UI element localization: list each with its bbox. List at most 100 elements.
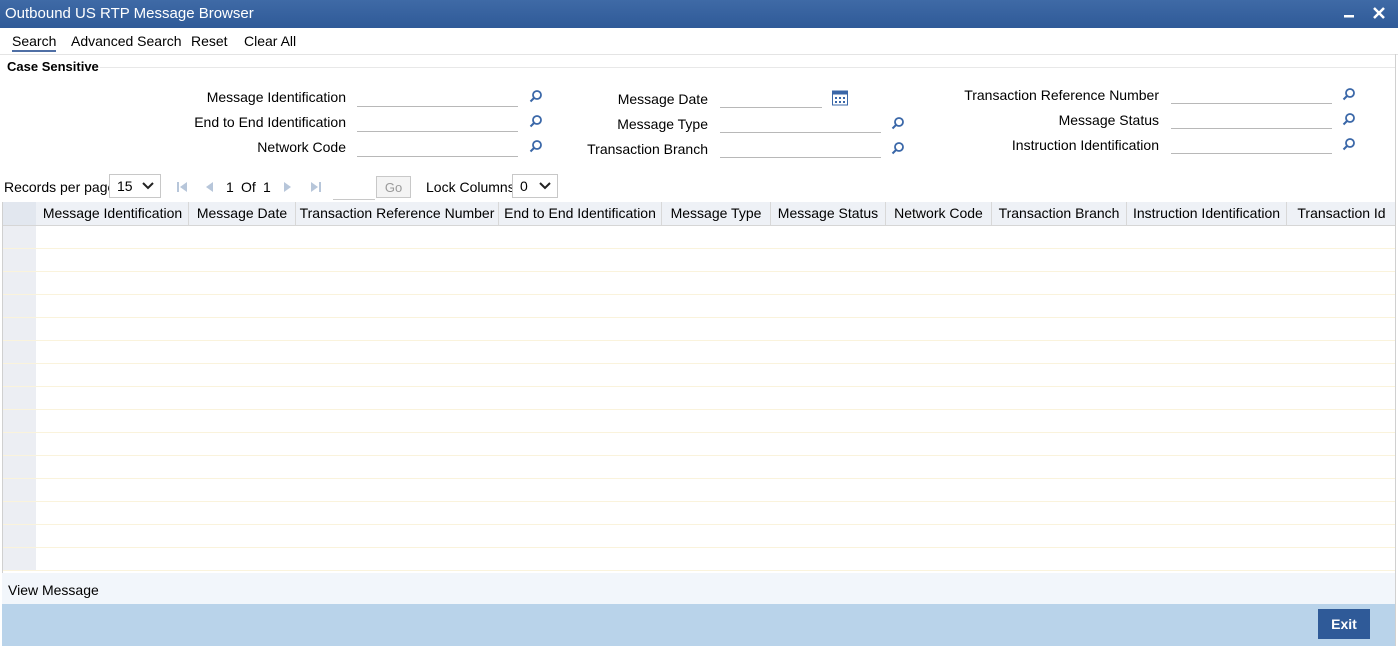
transaction-reference-number-input[interactable]: [1171, 83, 1332, 104]
table-row[interactable]: [3, 410, 1396, 433]
tab-reset[interactable]: Reset: [191, 33, 228, 49]
column-header[interactable]: Network Code: [886, 202, 992, 225]
current-page: 1: [226, 179, 234, 195]
message-identification-lookup-icon[interactable]: [529, 89, 543, 103]
table-row[interactable]: [3, 387, 1396, 410]
message-type-lookup-icon[interactable]: [891, 116, 905, 130]
message-date-input[interactable]: [720, 87, 822, 108]
row-select-cell[interactable]: [3, 364, 36, 386]
message-status-input[interactable]: [1171, 108, 1332, 129]
row-select-cell[interactable]: [3, 249, 36, 271]
title-bar: Outbound US RTP Message Browser: [0, 0, 1398, 28]
minimize-icon[interactable]: [1339, 4, 1359, 24]
transaction-branch-lookup-icon[interactable]: [891, 141, 905, 155]
message-date-label: Message Date: [617, 91, 708, 107]
network-code-lookup-icon[interactable]: [529, 139, 543, 153]
table-row[interactable]: [3, 433, 1396, 456]
total-pages: 1: [263, 179, 271, 195]
divider: [100, 67, 1395, 68]
network-code-input[interactable]: [357, 136, 518, 157]
case-sensitive-label: Case Sensitive: [7, 59, 99, 74]
message-type-label: Message Type: [617, 116, 708, 132]
table-row[interactable]: [3, 226, 1396, 249]
message-status-label: Message Status: [1058, 112, 1159, 128]
table-row[interactable]: [3, 341, 1396, 364]
divider: [0, 54, 1398, 55]
table-row[interactable]: [3, 548, 1396, 571]
footer-actions: View Message: [2, 573, 1395, 604]
row-select-cell[interactable]: [3, 341, 36, 363]
instruction-identification-lookup-icon[interactable]: [1342, 137, 1356, 151]
row-select-cell[interactable]: [3, 548, 36, 570]
column-header[interactable]: Transaction Reference Number: [296, 202, 499, 225]
row-select-cell[interactable]: [3, 226, 36, 248]
records-per-page-select[interactable]: 15: [109, 174, 161, 198]
row-select-cell[interactable]: [3, 525, 36, 547]
records-per-page-label: Records per page: [4, 179, 116, 195]
table-row[interactable]: [3, 502, 1396, 525]
table-row[interactable]: [3, 295, 1396, 318]
column-header[interactable]: Message Status: [771, 202, 886, 225]
tab-search[interactable]: Search: [12, 33, 57, 52]
chevron-down-icon: [539, 182, 551, 190]
row-select-cell[interactable]: [3, 456, 36, 478]
column-header[interactable]: Message Identification: [37, 202, 189, 225]
table-row[interactable]: [3, 249, 1396, 272]
action-menu: Search Advanced Search Reset Clear All: [0, 28, 1398, 54]
right-border: [1395, 54, 1396, 646]
end-to-end-identification-lookup-icon[interactable]: [529, 114, 543, 128]
results-grid: Message Identification Message Date Tran…: [2, 202, 1396, 573]
next-page-icon[interactable]: [283, 181, 293, 193]
message-status-lookup-icon[interactable]: [1342, 112, 1356, 126]
row-select-cell[interactable]: [3, 410, 36, 432]
pager-bar: Records per page 15 1 Of 1 Go Lock Colum…: [0, 172, 1398, 202]
transaction-reference-number-lookup-icon[interactable]: [1342, 87, 1356, 101]
records-per-page-value: 15: [117, 178, 133, 194]
table-row[interactable]: [3, 364, 1396, 387]
of-label: Of: [241, 179, 256, 195]
column-header[interactable]: Message Date: [189, 202, 296, 225]
go-button[interactable]: Go: [376, 176, 411, 198]
exit-button[interactable]: Exit: [1318, 609, 1370, 639]
tab-clear-all[interactable]: Clear All: [244, 33, 296, 49]
message-type-input[interactable]: [720, 112, 881, 133]
goto-page-input[interactable]: [333, 177, 375, 200]
transaction-branch-input[interactable]: [720, 137, 881, 158]
column-header[interactable]: Transaction Branch: [992, 202, 1127, 225]
table-row[interactable]: [3, 479, 1396, 502]
table-row[interactable]: [3, 272, 1396, 295]
calendar-icon[interactable]: [832, 90, 848, 106]
lock-columns-select[interactable]: 0: [512, 174, 558, 198]
row-select-cell[interactable]: [3, 433, 36, 455]
column-header[interactable]: Instruction Identification: [1127, 202, 1287, 225]
grid-header: Message Identification Message Date Tran…: [3, 202, 1396, 226]
first-page-icon[interactable]: [176, 181, 188, 193]
row-select-cell[interactable]: [3, 479, 36, 501]
column-header[interactable]: End to End Identification: [499, 202, 662, 225]
close-icon[interactable]: [1369, 4, 1389, 24]
select-all-cell[interactable]: [3, 202, 36, 225]
column-header[interactable]: Transaction Id: [1287, 202, 1396, 225]
end-to-end-identification-input[interactable]: [357, 111, 518, 132]
previous-page-icon[interactable]: [204, 181, 214, 193]
transaction-branch-label: Transaction Branch: [587, 141, 708, 157]
table-row[interactable]: [3, 525, 1396, 548]
table-row[interactable]: [3, 318, 1396, 341]
lock-columns-label: Lock Columns: [426, 179, 515, 195]
message-identification-input[interactable]: [357, 86, 518, 107]
lock-columns-value: 0: [520, 178, 528, 194]
last-page-icon[interactable]: [310, 181, 322, 193]
row-select-cell[interactable]: [3, 387, 36, 409]
row-select-cell[interactable]: [3, 318, 36, 340]
chevron-down-icon: [142, 182, 154, 190]
window-title: Outbound US RTP Message Browser: [5, 5, 254, 22]
row-select-cell[interactable]: [3, 502, 36, 524]
table-row[interactable]: [3, 456, 1396, 479]
view-message-link[interactable]: View Message: [8, 582, 99, 598]
column-header[interactable]: Message Type: [662, 202, 771, 225]
row-select-cell[interactable]: [3, 272, 36, 294]
instruction-identification-input[interactable]: [1171, 133, 1332, 154]
row-select-cell[interactable]: [3, 295, 36, 317]
footer-bar: Exit: [2, 604, 1395, 646]
tab-advanced-search[interactable]: Advanced Search: [71, 33, 182, 49]
